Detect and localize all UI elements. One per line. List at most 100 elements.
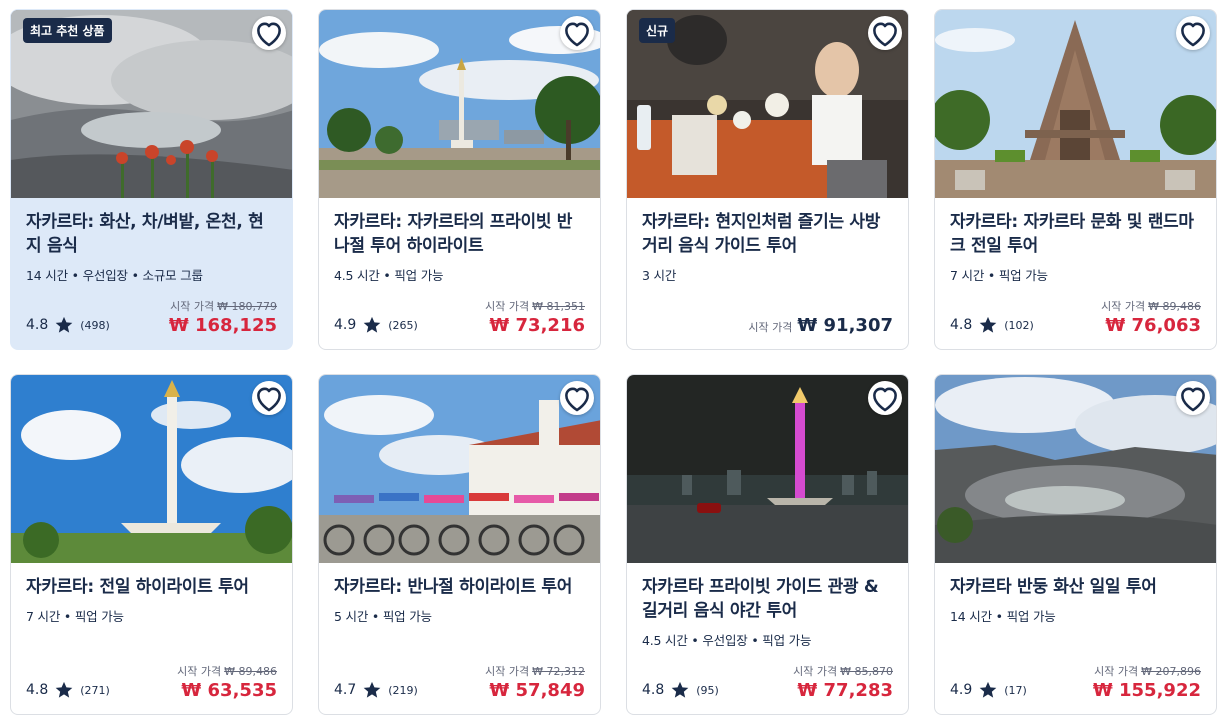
heart-icon [868,375,902,492]
star-icon [54,315,74,335]
activity-card[interactable]: 자카르타: 자카르타의 프라이빗 반나절 투어 하이라이트 4.5 시간 • 픽… [318,9,601,350]
current-price: ₩ 57,849 [489,680,585,701]
heart-icon [560,10,594,127]
heart-icon [868,10,902,127]
review-count: (498) [80,318,110,332]
price-block: 시작 가격 ₩ 207,896 ₩ 155,922 [1093,663,1201,702]
review-count: (219) [388,683,418,697]
original-price: ₩ 89,486 [224,665,277,678]
price-from-label: 시작 가격 [1094,665,1139,678]
original-price: ₩ 72,312 [532,665,585,678]
star-icon [362,680,382,700]
rating-score: 4.9 [334,317,357,333]
price-from-label: 시작 가격 [485,665,530,678]
activity-meta: 5 시간 • 픽업 가능 [334,609,432,624]
wishlist-button[interactable] [868,16,902,50]
review-count: (271) [80,683,110,697]
price-block: 시작 가격 ₩ 81,351 ₩ 73,216 [485,298,585,337]
activity-image: 신규 [627,10,908,198]
price-block: 시작 가격 ₩ 89,486 ₩ 63,535 [177,663,277,702]
rating: 4.8 (271) [26,680,110,700]
activity-title: 자카르타: 반나절 하이라이트 투어 [334,577,573,597]
activity-grid: 최고 추천 상품 자카르타: 화산, 차/벼밭, 온천, 현지 음식 14 시간… [10,9,1217,715]
review-count: (95) [696,683,719,697]
current-price: ₩ 63,535 [181,680,277,701]
current-price: ₩ 91,307 [797,315,893,336]
activity-image [627,375,908,563]
activity-meta: 7 시간 • 픽업 가능 [950,268,1048,283]
activity-card[interactable]: 최고 추천 상품 자카르타: 화산, 차/벼밭, 온천, 현지 음식 14 시간… [10,9,293,350]
activity-title: 자카르타: 자카르타 문화 및 랜드마크 전일 투어 [950,212,1194,256]
activity-meta: 7 시간 • 픽업 가능 [26,609,124,624]
activity-title: 자카르타: 현지인처럼 즐기는 사방 거리 음식 가이드 투어 [642,212,881,256]
current-price: ₩ 76,063 [1105,315,1201,336]
activity-meta: 3 시간 [642,268,677,283]
activity-card[interactable]: 자카르타: 전일 하이라이트 투어 7 시간 • 픽업 가능 4.8 (271)… [10,374,293,715]
review-count: (102) [1004,318,1034,332]
activity-meta: 14 시간 • 우선입장 • 소규모 그룹 [26,268,203,283]
activity-image [319,375,600,563]
wishlist-button[interactable] [252,16,286,50]
original-price: ₩ 207,896 [1141,665,1201,678]
current-price: ₩ 77,283 [797,680,893,701]
activity-image [935,10,1216,198]
rating: 4.8 (498) [26,315,110,335]
current-price: ₩ 155,922 [1092,680,1201,701]
original-price: ₩ 180,779 [217,300,277,313]
activity-title: 자카르타: 자카르타의 프라이빗 반나절 투어 하이라이트 [334,212,573,256]
current-price: ₩ 168,125 [168,315,277,336]
price-block: 시작 가격 ₩ 91,307 [748,314,893,337]
rating-score: 4.9 [950,682,973,698]
activity-card[interactable]: 자카르타: 자카르타 문화 및 랜드마크 전일 투어 7 시간 • 픽업 가능 … [934,9,1217,350]
heart-icon [1176,10,1210,127]
activity-card[interactable]: 신규 자카르타: 현지인처럼 즐기는 사방 거리 음식 가이드 투어 3 시간 … [626,9,909,350]
current-price: ₩ 73,216 [489,315,585,336]
rating-score: 4.8 [26,317,49,333]
star-icon [978,315,998,335]
activity-title: 자카르타 반둥 화산 일일 투어 [950,577,1157,597]
review-count: (265) [388,318,418,332]
activity-card[interactable]: 자카르타: 반나절 하이라이트 투어 5 시간 • 픽업 가능 4.7 (219… [318,374,601,715]
star-icon [362,315,382,335]
heart-icon [560,375,594,492]
price-from-label: 시작 가격 [170,300,215,313]
heart-icon [252,10,286,127]
rating-score: 4.8 [950,317,973,333]
activity-image [11,375,292,563]
activity-meta: 4.5 시간 • 우선입장 • 픽업 가능 [642,633,812,648]
star-icon [670,680,690,700]
price-block: 시작 가격 ₩ 85,870 ₩ 77,283 [793,663,893,702]
wishlist-button[interactable] [1176,16,1210,50]
rating-score: 4.8 [26,682,49,698]
price-from-label: 시작 가격 [748,321,793,334]
price-from-label: 시작 가격 [485,300,530,313]
activity-image [319,10,600,198]
heart-icon [1176,375,1210,492]
star-icon [978,680,998,700]
activity-title: 자카르타: 화산, 차/벼밭, 온천, 현지 음식 [26,212,264,256]
rating-score: 4.7 [334,682,357,698]
price-from-label: 시작 가격 [177,665,222,678]
card-badge: 신규 [639,18,676,43]
activity-image [935,375,1216,563]
activity-image: 최고 추천 상품 [11,10,292,198]
activity-card[interactable]: 자카르타 프라이빗 가이드 관광 & 길거리 음식 야간 투어 4.5 시간 •… [626,374,909,715]
original-price: ₩ 89,486 [1148,300,1201,313]
price-block: 시작 가격 ₩ 180,779 ₩ 168,125 [169,298,277,337]
wishlist-button[interactable] [560,381,594,415]
wishlist-button[interactable] [1176,381,1210,415]
wishlist-button[interactable] [868,381,902,415]
wishlist-button[interactable] [560,16,594,50]
price-block: 시작 가격 ₩ 72,312 ₩ 57,849 [485,663,585,702]
rating: 4.8 (102) [950,315,1034,335]
activity-meta: 4.5 시간 • 픽업 가능 [334,268,444,283]
price-from-label: 시작 가격 [1101,300,1146,313]
star-icon [54,680,74,700]
activity-title: 자카르타 프라이빗 가이드 관광 & 길거리 음식 야간 투어 [642,577,879,621]
rating: 4.9 (17) [950,680,1027,700]
rating: 4.7 (219) [334,680,418,700]
activity-card[interactable]: 자카르타 반둥 화산 일일 투어 14 시간 • 픽업 가능 4.9 (17) … [934,374,1217,715]
wishlist-button[interactable] [252,381,286,415]
card-badge: 최고 추천 상품 [23,18,112,43]
original-price: ₩ 81,351 [532,300,585,313]
